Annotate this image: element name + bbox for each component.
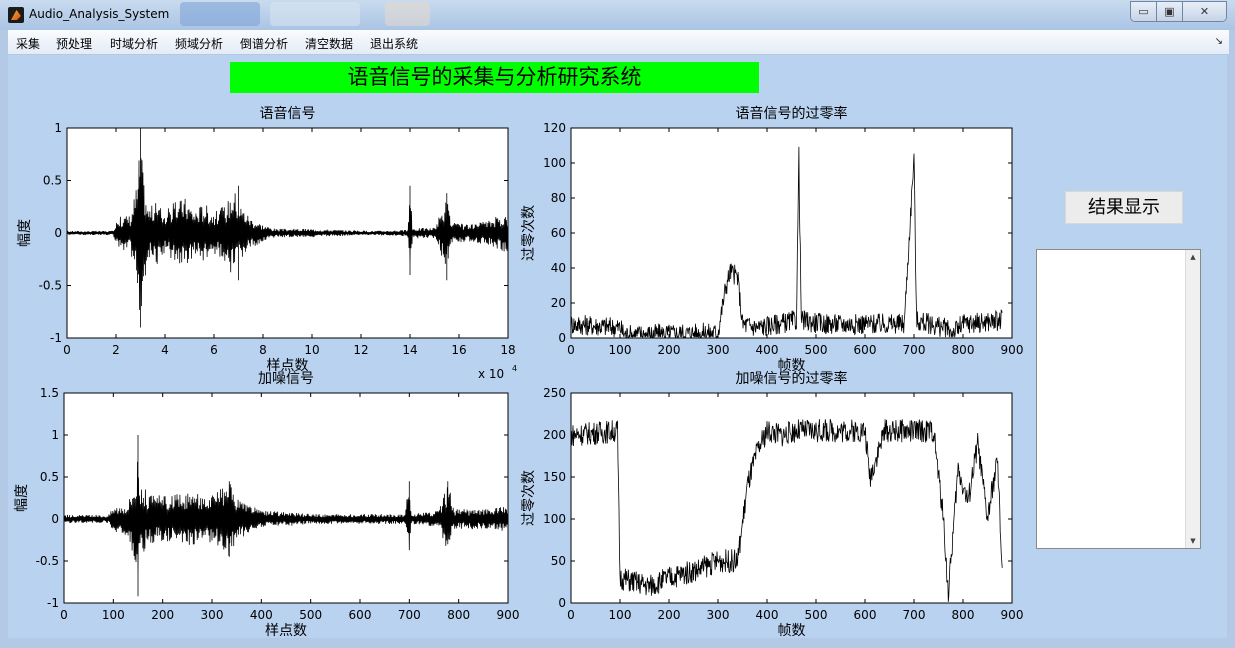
- x-tick-label: 500: [805, 343, 828, 357]
- x-tick-label: 400: [250, 608, 273, 622]
- x-tick-label: 12: [353, 343, 368, 357]
- window-border-bottom: [0, 638, 1235, 648]
- x-tick-label: 400: [756, 608, 779, 622]
- x-tick-label: 10: [304, 343, 319, 357]
- y-tick-label: 1: [51, 428, 59, 442]
- x-tick-label: 200: [658, 608, 681, 622]
- y-tick-label: -1: [47, 596, 59, 610]
- plot-area: [571, 393, 1012, 603]
- x-tick-label: 300: [201, 608, 224, 622]
- chart-0: 0 2 4 6 8 10 12 14 16 18-1-0.500.51语音信号样点数幅度x 10 4: [17, 105, 517, 381]
- y-tick-label: 0: [51, 512, 59, 526]
- y-axis-label: 幅度: [14, 484, 30, 512]
- y-tick-label: 120: [543, 121, 566, 135]
- y-tick-label: 0: [54, 226, 62, 240]
- y-tick-label: 40: [551, 261, 566, 275]
- y-axis-label: 过零次数: [521, 205, 537, 261]
- x-tick-label: 18: [500, 343, 515, 357]
- chart-1: 0 100 200 300 400 500 600 700 800 900 0 20 40 60 80 100…: [521, 105, 1023, 374]
- y-tick-label: 150: [543, 470, 566, 484]
- x-tick-label: 4: [161, 343, 169, 357]
- x-tick-label: 500: [299, 608, 322, 622]
- x-tick-label: 900: [1001, 608, 1024, 622]
- x-tick-label: 0: [60, 608, 68, 622]
- chart-3: 0 100 200 300 400 500 600 700 800 900 0 50 100 150 200…: [521, 370, 1023, 639]
- x-tick-label: 100: [609, 608, 632, 622]
- x-tick-label: 500: [805, 608, 828, 622]
- x-tick-label: 900: [497, 608, 520, 622]
- x-tick-label: 0: [567, 343, 575, 357]
- listbox-scrollbar[interactable]: ▲ ▼: [1185, 250, 1200, 548]
- y-tick-label: 80: [551, 191, 566, 205]
- y-axis-label: 幅度: [17, 219, 33, 247]
- x-tick-label: 16: [451, 343, 466, 357]
- y-tick-label: 50: [551, 554, 566, 568]
- x-axis-exponent-power: 4: [512, 364, 517, 373]
- x-tick-label: 600: [349, 608, 372, 622]
- scroll-down-arrow-icon[interactable]: ▼: [1186, 534, 1200, 548]
- y-tick-label: -0.5: [36, 554, 59, 568]
- x-tick-label: 100: [102, 608, 125, 622]
- x-tick-label: 800: [447, 608, 470, 622]
- x-tick-label: 8: [259, 343, 267, 357]
- y-tick-label: 100: [543, 156, 566, 170]
- plot-area: [64, 393, 508, 603]
- x-tick-label: 2: [112, 343, 120, 357]
- x-tick-label: 800: [952, 343, 975, 357]
- y-tick-label: 250: [543, 386, 566, 400]
- result-display-button[interactable]: 结果显示: [1065, 191, 1183, 224]
- x-tick-label: 0: [567, 608, 575, 622]
- x-tick-label: 700: [903, 343, 926, 357]
- x-tick-label: 700: [903, 608, 926, 622]
- plot-area: [571, 128, 1012, 338]
- y-tick-label: 0: [558, 331, 566, 345]
- x-tick-label: 200: [151, 608, 174, 622]
- y-tick-label: -0.5: [39, 279, 62, 293]
- y-tick-label: 1: [54, 121, 62, 135]
- y-tick-label: -1: [50, 331, 62, 345]
- x-axis-exponent: x 10: [478, 367, 504, 381]
- x-tick-label: 6: [210, 343, 218, 357]
- chart-title: 语音信号的过零率: [736, 105, 848, 122]
- y-tick-label: 0: [558, 596, 566, 610]
- y-tick-label: 0.5: [43, 174, 62, 188]
- chart-title: 加噪信号的过零率: [736, 370, 848, 387]
- y-tick-label: 100: [543, 512, 566, 526]
- x-tick-label: 300: [707, 343, 730, 357]
- chart-2: 0 100 200 300 400 500 600 700 800 900 -1 -0.5 0 0.5 1 1…: [14, 371, 519, 639]
- result-listbox[interactable]: ▲ ▼: [1036, 249, 1201, 549]
- x-tick-label: 0: [63, 343, 71, 357]
- x-axis-label: 样点数: [265, 623, 307, 639]
- x-tick-label: 14: [402, 343, 417, 357]
- x-tick-label: 200: [658, 343, 681, 357]
- x-tick-label: 800: [952, 608, 975, 622]
- x-tick-label: 100: [609, 343, 632, 357]
- y-axis-label: 过零次数: [521, 470, 537, 526]
- x-tick-label: 600: [854, 343, 877, 357]
- y-tick-label: 20: [551, 296, 566, 310]
- y-tick-label: 0.5: [40, 470, 59, 484]
- x-tick-label: 300: [707, 608, 730, 622]
- chart-title: 语音信号: [260, 105, 316, 122]
- x-tick-label: 600: [854, 608, 877, 622]
- y-tick-label: 60: [551, 226, 566, 240]
- x-tick-label: 400: [756, 343, 779, 357]
- x-axis-label: 帧数: [778, 623, 806, 639]
- x-tick-label: 700: [398, 608, 421, 622]
- y-tick-label: 200: [543, 428, 566, 442]
- scroll-up-arrow-icon[interactable]: ▲: [1186, 250, 1200, 264]
- y-tick-label: 1.5: [40, 386, 59, 400]
- x-tick-label: 900: [1001, 343, 1024, 357]
- chart-title: 加噪信号: [258, 371, 314, 387]
